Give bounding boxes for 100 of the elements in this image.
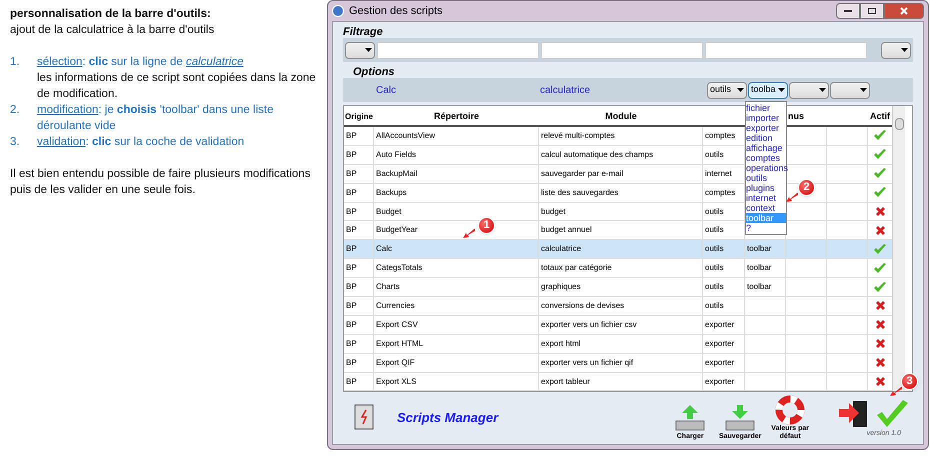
table-cell: exporter vers un fichier csv <box>541 318 637 331</box>
dropdown-option[interactable]: comptes <box>746 153 786 163</box>
table-cell: totaux par catégorie <box>541 262 612 274</box>
lifebuoy-icon <box>775 395 806 426</box>
cross-icon <box>874 206 886 217</box>
dropdown-option[interactable]: importer <box>746 113 786 123</box>
table-cell: outils <box>705 206 724 218</box>
caret-icon <box>860 88 867 92</box>
dropdown-select[interactable]: toolba <box>748 82 788 98</box>
table-cell: Export QIF <box>376 356 415 369</box>
table-cell: BP <box>346 318 357 331</box>
app-name: Scripts Manager <box>397 409 498 428</box>
filter-field[interactable] <box>541 42 703 58</box>
table-cell: Export XLS <box>376 376 416 388</box>
check-icon <box>873 130 887 142</box>
table-cell: outils <box>705 148 724 161</box>
dropdown-select[interactable] <box>345 42 375 58</box>
cross-icon <box>874 376 886 388</box>
table-cell: exporter vers un fichier qif <box>541 356 634 369</box>
dropdown-option[interactable]: fichier <box>746 103 786 113</box>
table-cell: Calc <box>376 243 392 256</box>
script-module: calculatrice <box>540 84 592 98</box>
table-cell: BP <box>346 262 357 274</box>
column-header[interactable]: Répertoire <box>374 110 539 123</box>
table-cell: toolbar <box>747 281 772 294</box>
step-link[interactable]: validation <box>37 136 86 148</box>
table-cell: BudgetYear <box>376 224 418 236</box>
dropdown-option[interactable]: outils <box>746 173 786 183</box>
table-row[interactable]: BP Export QIF exporter vers un fichier qif exporter <box>344 354 892 373</box>
cross-icon <box>874 224 886 236</box>
table-cell: liste des sauvegardes <box>541 186 618 199</box>
pointer-arrow <box>786 193 798 202</box>
filter-field[interactable] <box>377 42 539 58</box>
table-row[interactable]: BP Charts graphiques outils toolbar <box>344 278 892 298</box>
table-cell: BP <box>346 206 357 218</box>
table-row[interactable]: BP Currencies conversions de devises outils <box>344 297 892 316</box>
table-row[interactable]: BP Calc calculatrice outils toolbar <box>344 240 892 260</box>
table-cell: conversions de devises <box>541 300 624 312</box>
table-cell: BP <box>346 168 357 180</box>
dropdown-option[interactable]: plugins <box>746 183 786 193</box>
table-cell: BP <box>346 376 357 388</box>
dropdown-option[interactable]: context <box>746 203 786 213</box>
table-row[interactable]: BP Export HTML export html exporter <box>344 334 892 354</box>
dropdown-select[interactable] <box>881 42 911 58</box>
table-cell: Budget <box>376 206 402 218</box>
section-title: Options <box>352 66 396 78</box>
table-cell: CategsTotals <box>376 262 422 274</box>
table-row[interactable]: BP Export CSV exporter vers un fichier csv exporter <box>344 316 892 335</box>
dropdown-option[interactable]: ? <box>746 223 786 233</box>
table-cell: BP <box>346 338 357 350</box>
table-row[interactable]: BP CategsTotals totaux par catégorie outils toolbar <box>344 259 892 278</box>
table-cell: graphiques <box>541 281 581 294</box>
table-row[interactable]: BP Export XLS export tableur exporter <box>344 372 892 392</box>
table-cell: outils <box>705 300 724 312</box>
table-cell: outils <box>705 243 724 256</box>
table-cell: exporter <box>705 318 734 331</box>
table-cell: BP <box>346 186 357 199</box>
filter-field[interactable] <box>705 42 867 58</box>
table-cell: BP <box>346 243 357 256</box>
cross-icon <box>874 300 886 312</box>
check-icon <box>873 244 887 255</box>
step-link[interactable]: modification <box>37 104 98 116</box>
table-cell: outils <box>705 262 724 274</box>
check-icon <box>873 149 887 160</box>
scrollbar[interactable] <box>892 106 905 392</box>
dropdown-option[interactable]: operations <box>746 163 786 173</box>
step-number: 2. <box>10 103 21 118</box>
dropdown-option[interactable]: edition <box>746 133 786 143</box>
cross-icon <box>874 338 886 350</box>
table-cell: export tableur <box>541 376 590 388</box>
table-cell: BP <box>346 300 357 312</box>
table-cell: BackupMail <box>376 168 418 180</box>
cross-icon <box>874 357 886 368</box>
script-name: Calc <box>376 84 398 98</box>
close-button[interactable] <box>884 3 924 19</box>
script-link[interactable]: calculatrice <box>186 56 244 68</box>
minimize-button[interactable] <box>836 3 860 19</box>
table-cell: internet <box>705 168 732 180</box>
pointer-arrow <box>890 387 902 396</box>
column-header[interactable]: Actif <box>868 110 892 123</box>
maximize-button[interactable] <box>860 3 884 19</box>
table-cell: BP <box>346 224 357 236</box>
column-header[interactable]: Module <box>539 110 703 123</box>
table-cell: relevé multi-comptes <box>541 130 615 142</box>
column-header[interactable]: Origine <box>344 111 374 123</box>
check-icon <box>873 187 887 198</box>
dropdown-select[interactable]: outils <box>707 82 747 98</box>
step-note: les informations de ce script sont copiées dans la zone de modification. <box>37 71 317 102</box>
step-link[interactable]: sélection <box>37 56 82 68</box>
window-title: Gestion des scripts <box>349 4 443 19</box>
table-cell: Auto Fields <box>376 148 416 161</box>
cross-icon <box>874 319 886 330</box>
check-icon <box>873 262 887 274</box>
dropdown-option[interactable]: affichage <box>746 143 786 153</box>
column-header[interactable]: nus <box>786 110 868 123</box>
dropdown-option[interactable]: internet <box>746 193 786 203</box>
step-text: sélection: clic sur la ligne de calculatrice <box>37 55 244 70</box>
caret-icon <box>819 88 826 92</box>
table-cell: Currencies <box>376 300 415 312</box>
drive-icon <box>673 403 708 434</box>
